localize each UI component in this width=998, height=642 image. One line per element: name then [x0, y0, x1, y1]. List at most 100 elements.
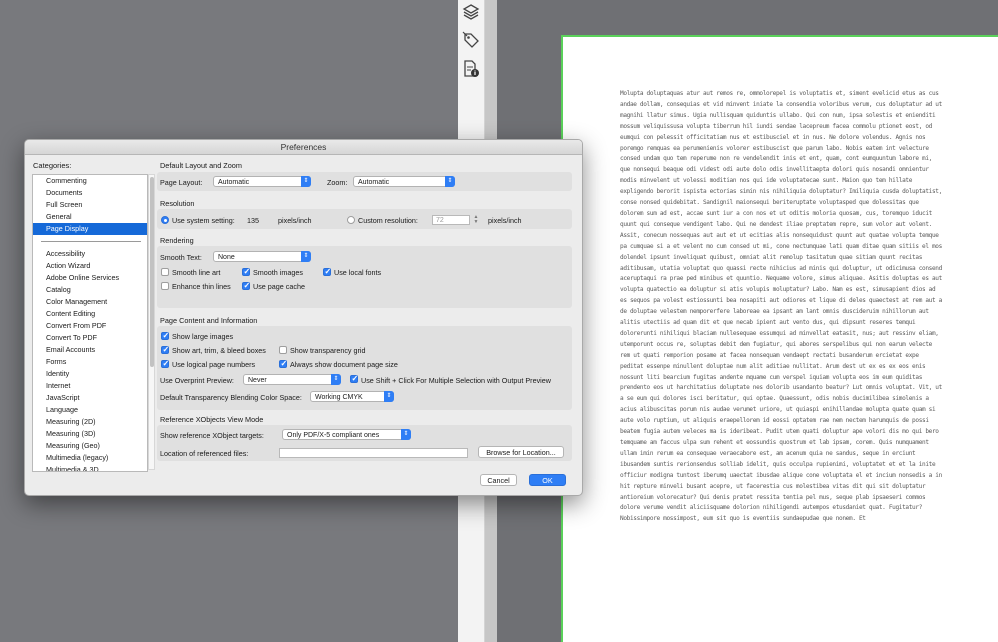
category-item[interactable]: Internet	[33, 380, 147, 392]
layout-section-title: Default Layout and Zoom	[160, 161, 242, 170]
ok-button[interactable]: OK	[529, 474, 566, 486]
smooth-text-select[interactable]: None ⇕	[213, 251, 311, 262]
blending-space-label: Default Transparency Blending Color Spac…	[160, 393, 302, 402]
scrollbar-thumb[interactable]	[150, 177, 154, 367]
show-art-trim-label: Show art, trim, & bleed boxes	[172, 346, 266, 355]
shift-click-checkbox[interactable]	[350, 374, 358, 383]
always-show-page-size-label: Always show document page size	[290, 360, 398, 369]
xobjects-section-title: Reference XObjects View Mode	[160, 415, 264, 424]
category-item[interactable]: Measuring (Geo)	[33, 440, 147, 452]
blending-space-value: Working CMYK	[315, 394, 363, 401]
logical-page-numbers-label: Use logical page numbers	[172, 360, 256, 369]
overprint-preview-value: Never	[248, 377, 267, 384]
zoom-select[interactable]: Automatic ⇕	[353, 176, 455, 187]
show-transparency-grid-checkbox[interactable]	[279, 346, 287, 354]
category-item[interactable]: Measuring (3D)	[33, 428, 147, 440]
smooth-line-art-label: Smooth line art	[172, 268, 221, 277]
enhance-thin-lines-label: Enhance thin lines	[172, 282, 231, 291]
xobject-targets-value: Only PDF/X-5 compliant ones	[287, 432, 380, 439]
show-art-trim-checkbox[interactable]	[161, 345, 169, 354]
categories-list[interactable]: Commenting Documents Full Screen General Pag…	[32, 174, 148, 472]
use-local-fonts-label: Use local fonts	[334, 268, 382, 277]
preferences-dialog: Preferences Categories: Commenting Docume…	[24, 139, 583, 496]
category-item[interactable]: Measuring (2D)	[33, 416, 147, 428]
category-item[interactable]: Convert From PDF	[33, 320, 147, 332]
select-arrows-icon: ⇕	[331, 374, 341, 385]
select-arrows-icon: ⇕	[401, 429, 411, 440]
xobject-targets-select[interactable]: Only PDF/X-5 compliant ones ⇕	[282, 429, 411, 440]
cancel-button[interactable]: Cancel	[480, 474, 517, 486]
layers-icon[interactable]	[462, 3, 480, 21]
category-item[interactable]: Content Editing	[33, 308, 147, 320]
category-item[interactable]: JavaScript	[33, 392, 147, 404]
rendering-panel: Smooth Text: None ⇕ Smooth line art Smoo…	[157, 246, 572, 308]
show-transparency-grid-label: Show transparency grid	[290, 346, 366, 355]
browse-location-button[interactable]: Browse for Location...	[478, 446, 564, 458]
document-body-text: Molupta doluptaquas atur aut remos re, o…	[620, 90, 942, 523]
resolution-stepper-icon[interactable]: ▲ ▼	[473, 215, 479, 225]
dialog-title: Preferences	[25, 140, 582, 155]
smooth-text-label: Smooth Text:	[160, 253, 202, 262]
category-item[interactable]: Page Display	[33, 223, 147, 235]
use-page-cache-label: Use page cache	[253, 282, 305, 291]
category-item[interactable]: Full Screen	[33, 199, 147, 211]
category-item[interactable]: Documents	[33, 187, 147, 199]
smooth-images-label: Smooth images	[253, 268, 303, 277]
custom-resolution-field[interactable]: 72	[432, 215, 470, 225]
show-large-images-checkbox[interactable]	[161, 331, 169, 340]
always-show-page-size-checkbox[interactable]	[279, 359, 287, 368]
category-item[interactable]: Multimedia (legacy)	[33, 452, 147, 464]
layout-panel: Page Layout: Automatic ⇕ Zoom: Automatic…	[157, 172, 572, 191]
category-item[interactable]: Forms	[33, 356, 147, 368]
zoom-label: Zoom:	[327, 178, 348, 187]
smooth-line-art-checkbox[interactable]	[161, 268, 169, 276]
content-panel: Show large images Show art, trim, & blee…	[157, 326, 572, 410]
category-item[interactable]: Action Wizard	[33, 260, 147, 272]
system-resolution-value: 135	[247, 216, 259, 225]
xobjects-panel: Show reference XObject targets: Only PDF…	[157, 425, 572, 461]
resolution-panel: Use system setting: 135 pixels/inch Cust…	[157, 209, 572, 229]
custom-pixels-per-inch-label: pixels/inch	[488, 216, 522, 225]
categories-label: Categories:	[33, 161, 72, 170]
category-item[interactable]: Identity	[33, 368, 147, 380]
categories-separator	[41, 241, 141, 242]
document-page[interactable]: Molupta doluptaquas atur aut remos re, o…	[561, 35, 998, 642]
document-info-icon[interactable]	[462, 60, 480, 78]
blending-space-select[interactable]: Working CMYK ⇕	[310, 391, 394, 402]
enhance-thin-lines-checkbox[interactable]	[161, 282, 169, 290]
page-layout-select[interactable]: Automatic ⇕	[213, 176, 311, 187]
category-item[interactable]: General	[33, 211, 147, 223]
use-page-cache-checkbox[interactable]	[242, 281, 250, 290]
smooth-images-checkbox[interactable]	[242, 267, 250, 276]
tag-icon[interactable]	[462, 31, 480, 49]
category-item[interactable]: Convert To PDF	[33, 332, 147, 344]
referenced-files-field[interactable]	[279, 448, 468, 458]
category-item[interactable]: Email Accounts	[33, 344, 147, 356]
use-local-fonts-checkbox[interactable]	[323, 267, 331, 276]
category-item[interactable]: Adobe Online Services	[33, 272, 147, 284]
category-item[interactable]: Color Management	[33, 296, 147, 308]
overprint-preview-select[interactable]: Never ⇕	[243, 374, 341, 385]
custom-resolution-radio[interactable]	[347, 216, 355, 224]
categories-scrollbar[interactable]	[148, 174, 155, 470]
category-item[interactable]: Language	[33, 404, 147, 416]
pixels-per-inch-label: pixels/inch	[278, 216, 312, 225]
logical-page-numbers-checkbox[interactable]	[161, 359, 169, 368]
category-item[interactable]: Commenting	[33, 175, 147, 187]
category-item[interactable]: Accessibility	[33, 248, 147, 260]
smooth-text-value: None	[218, 254, 235, 261]
show-large-images-label: Show large images	[172, 332, 234, 341]
select-arrows-icon: ⇕	[445, 176, 455, 187]
page-layout-label: Page Layout:	[160, 178, 203, 187]
resolution-section-title: Resolution	[160, 199, 195, 208]
system-setting-radio[interactable]	[161, 216, 169, 224]
category-item[interactable]: Multimedia & 3D	[33, 464, 147, 471]
referenced-files-label: Location of referenced files:	[160, 449, 249, 458]
system-setting-label: Use system setting:	[172, 216, 235, 225]
select-arrows-icon: ⇕	[301, 251, 311, 262]
rendering-section-title: Rendering	[160, 236, 194, 245]
category-item[interactable]: Catalog	[33, 284, 147, 296]
shift-click-label: Use Shift + Click For Multiple Selection…	[361, 376, 551, 385]
zoom-value: Automatic	[358, 179, 390, 186]
overprint-preview-label: Use Overprint Preview:	[160, 376, 234, 385]
